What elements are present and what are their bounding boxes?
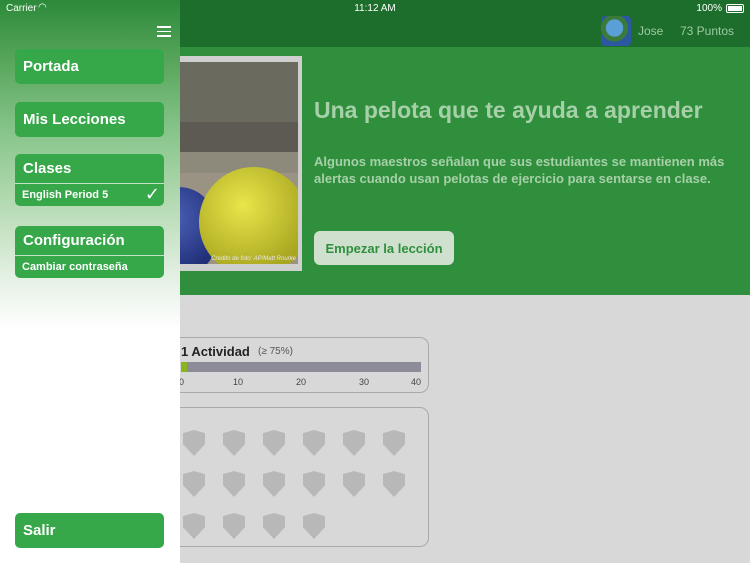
menu-icon[interactable] <box>157 26 171 37</box>
progress-tick: 40 <box>411 377 422 387</box>
badge-shield-icon <box>383 471 405 497</box>
badge-shield-icon <box>223 430 245 456</box>
side-menu: Carrier ◠ Portada Mis Lecciones Clases E… <box>0 0 180 563</box>
menu-settings-header[interactable]: Configuración <box>15 226 164 255</box>
battery-icon <box>726 4 744 13</box>
photo-yellow-ball <box>199 167 298 264</box>
progress-tick: 20 <box>296 377 307 387</box>
badge-shield-icon <box>263 430 285 456</box>
badge-shield-icon <box>183 471 205 497</box>
badge-shield-icon <box>383 430 405 456</box>
lesson-description: Algunos maestros señalan que sus estudia… <box>314 154 725 186</box>
lesson-photo-frame: Crédito de foto: AP/Matt Rourke <box>175 56 302 271</box>
menu-settings-group: Configuración Cambiar contraseña <box>15 226 164 278</box>
wifi-icon: ◠ <box>38 2 47 13</box>
badge-shield-icon <box>343 430 365 456</box>
badge-shield-icon <box>303 471 325 497</box>
menu-classes-header[interactable]: Clases <box>15 154 164 183</box>
battery-percentage: 100% <box>696 3 722 14</box>
badge-shield-icon <box>343 471 365 497</box>
start-lesson-button[interactable]: Empezar la lección <box>314 231 454 265</box>
menu-my-lessons-button[interactable]: Mis Lecciones <box>15 102 164 137</box>
menu-change-password[interactable]: Cambiar contraseña <box>15 255 164 278</box>
badge-shield-icon <box>183 430 205 456</box>
menu-class-item[interactable]: English Period 5 ✓ <box>15 183 164 206</box>
badge-shield-icon <box>263 513 285 539</box>
progress-tick: 10 <box>233 377 244 387</box>
badge-shield-icon <box>223 471 245 497</box>
progress-bar <box>181 362 421 372</box>
badges-card <box>160 407 429 547</box>
activity-threshold: (≥ 75%) <box>258 346 293 357</box>
lesson-title: Una pelota que te ayuda a aprender <box>314 97 703 123</box>
badge-shield-icon <box>303 513 325 539</box>
class-name: English Period 5 <box>22 189 109 201</box>
lesson-photo: Crédito de foto: AP/Matt Rourke <box>179 62 298 264</box>
points-counter: 73 Puntos <box>680 24 735 38</box>
activity-count: 1 Actividad <box>181 344 250 359</box>
photo-desks <box>179 122 298 152</box>
username[interactable]: Jose <box>638 24 663 38</box>
badge-shield-icon <box>303 430 325 456</box>
carrier-label: Carrier <box>6 3 37 14</box>
menu-logout-button[interactable]: Salir <box>15 513 164 548</box>
badge-shield-icon <box>223 513 245 539</box>
photo-credit: Crédito de foto: AP/Matt Rourke <box>211 256 296 262</box>
avatar[interactable] <box>601 16 631 46</box>
checkmark-icon: ✓ <box>144 184 160 204</box>
activity-progress-card: 1 Actividad (≥ 75%) 0 10 20 30 40 <box>160 337 429 393</box>
menu-home-button[interactable]: Portada <box>15 49 164 84</box>
badge-shield-icon <box>183 513 205 539</box>
menu-classes-group: Clases English Period 5 ✓ <box>15 154 164 206</box>
progress-bar-fill <box>181 362 187 372</box>
progress-tick: 30 <box>359 377 370 387</box>
badge-shield-icon <box>263 471 285 497</box>
